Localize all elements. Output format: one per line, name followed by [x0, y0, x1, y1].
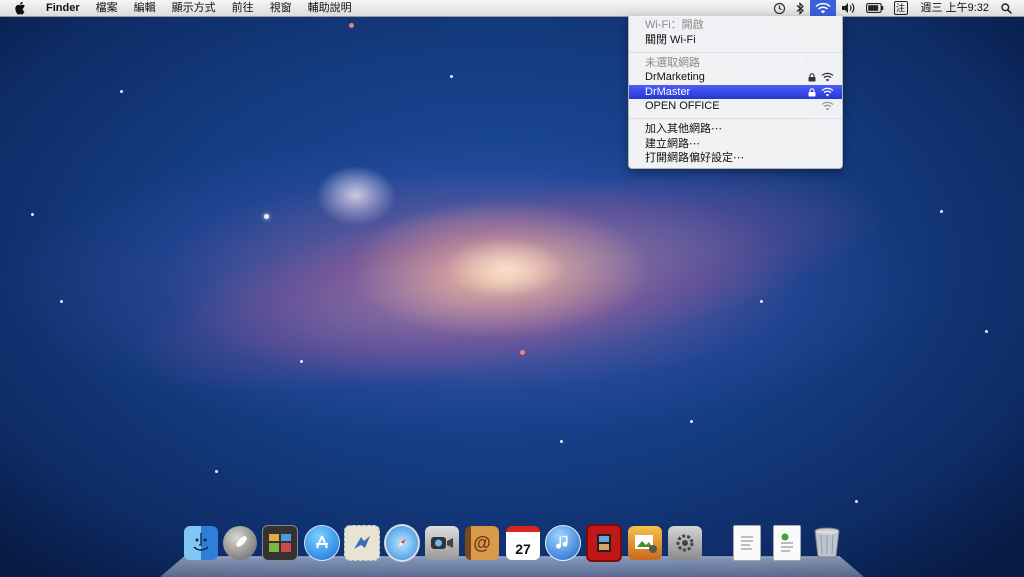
star	[940, 210, 943, 213]
input-method-label: 注	[893, 1, 908, 15]
star	[120, 90, 123, 93]
network-item-drmaster[interactable]: DrMaster	[629, 85, 842, 99]
menu-help[interactable]: 輔助說明	[300, 0, 360, 16]
app-menu-finder[interactable]: Finder	[38, 0, 88, 16]
star	[560, 440, 563, 443]
menu-edit[interactable]: 編輯	[126, 0, 164, 16]
menu-bar: Finder 檔案 編輯 顯示方式 前往 視窗 輔助說明 注 週三 上午9:32	[0, 0, 1024, 17]
menu-clock[interactable]: 週三 上午9:32	[913, 0, 997, 16]
desktop-wallpaper	[0, 0, 1024, 576]
network-name: DrMaster	[645, 86, 691, 98]
menu-file[interactable]: 檔案	[88, 0, 126, 16]
star	[985, 330, 988, 333]
trash-icon[interactable]	[809, 525, 845, 561]
safari-icon[interactable]	[384, 524, 420, 562]
star	[349, 23, 354, 28]
star	[520, 350, 525, 355]
facetime-icon[interactable]	[424, 525, 460, 561]
star	[264, 214, 269, 219]
menu-view[interactable]: 顯示方式	[164, 0, 224, 16]
network-name: OPEN OFFICE	[645, 100, 720, 112]
wifi-dropdown-menu: Wi-Fi：開啟 關閉 Wi-Fi 未選取網路 DrMarketing DrMa…	[628, 16, 843, 169]
launchpad-icon[interactable]	[222, 525, 258, 561]
bluetooth-icon[interactable]	[791, 0, 810, 16]
document-icon[interactable]	[729, 525, 765, 561]
star	[855, 500, 858, 503]
wifi-signal-icon	[821, 72, 834, 82]
star	[31, 213, 34, 216]
calendar-day: 27	[515, 541, 531, 557]
lock-icon	[808, 88, 816, 97]
wifi-signal-icon	[821, 87, 834, 97]
address-book-icon[interactable]: @	[464, 525, 500, 561]
wifi-status-label: Wi-Fi：開啟	[645, 19, 704, 31]
galaxy-band	[120, 124, 900, 436]
calendar-icon[interactable]: 27	[505, 525, 541, 561]
star	[760, 300, 763, 303]
mission-control-icon[interactable]	[262, 525, 298, 561]
itunes-icon[interactable]	[545, 525, 581, 561]
wifi-signal-icon	[821, 101, 834, 111]
menu-separator	[629, 52, 842, 53]
menu-window[interactable]: 視窗	[262, 0, 300, 16]
turn-wifi-off-label: 關閉 Wi-Fi	[645, 34, 696, 46]
menu-separator	[629, 118, 842, 119]
time-machine-icon[interactable]	[768, 0, 791, 16]
create-network-item[interactable]: 建立網路⋯	[629, 137, 842, 151]
networks-header-label: 未選取網路	[645, 57, 700, 69]
downloads-icon[interactable]	[769, 525, 805, 561]
join-other-network-item[interactable]: 加入其他網路⋯	[629, 122, 842, 136]
network-item-drmarketing[interactable]: DrMarketing	[629, 70, 842, 84]
turn-wifi-off-item[interactable]: 關閉 Wi-Fi	[629, 33, 842, 47]
photo-booth-icon[interactable]	[586, 524, 622, 562]
volume-icon[interactable]	[836, 0, 861, 16]
star	[60, 300, 63, 303]
create-network-label: 建立網路⋯	[645, 138, 700, 150]
apple-icon[interactable]	[0, 0, 38, 16]
network-item-open-office[interactable]: OPEN OFFICE	[629, 99, 842, 113]
mail-icon[interactable]	[344, 525, 380, 561]
network-name: DrMarketing	[645, 71, 705, 83]
open-network-preferences-item[interactable]: 打開網路偏好設定⋯	[629, 151, 842, 165]
star	[690, 420, 693, 423]
networks-header: 未選取網路	[629, 56, 842, 70]
system-preferences-icon[interactable]	[667, 525, 703, 561]
iphoto-icon[interactable]	[627, 525, 663, 561]
join-other-network-label: 加入其他網路⋯	[645, 123, 722, 135]
menu-go[interactable]: 前往	[224, 0, 262, 16]
finder-icon[interactable]	[183, 525, 219, 561]
star	[215, 470, 218, 473]
lock-icon	[808, 73, 816, 82]
wifi-icon[interactable]	[809, 0, 836, 16]
app-store-icon[interactable]	[304, 525, 340, 561]
battery-icon[interactable]	[861, 0, 889, 16]
star	[450, 75, 453, 78]
wifi-status: Wi-Fi：開啟	[629, 18, 842, 32]
star	[300, 360, 303, 363]
input-method-icon[interactable]: 注	[889, 0, 913, 16]
spotlight-icon[interactable]	[997, 0, 1024, 16]
open-network-preferences-label: 打開網路偏好設定⋯	[645, 152, 744, 164]
